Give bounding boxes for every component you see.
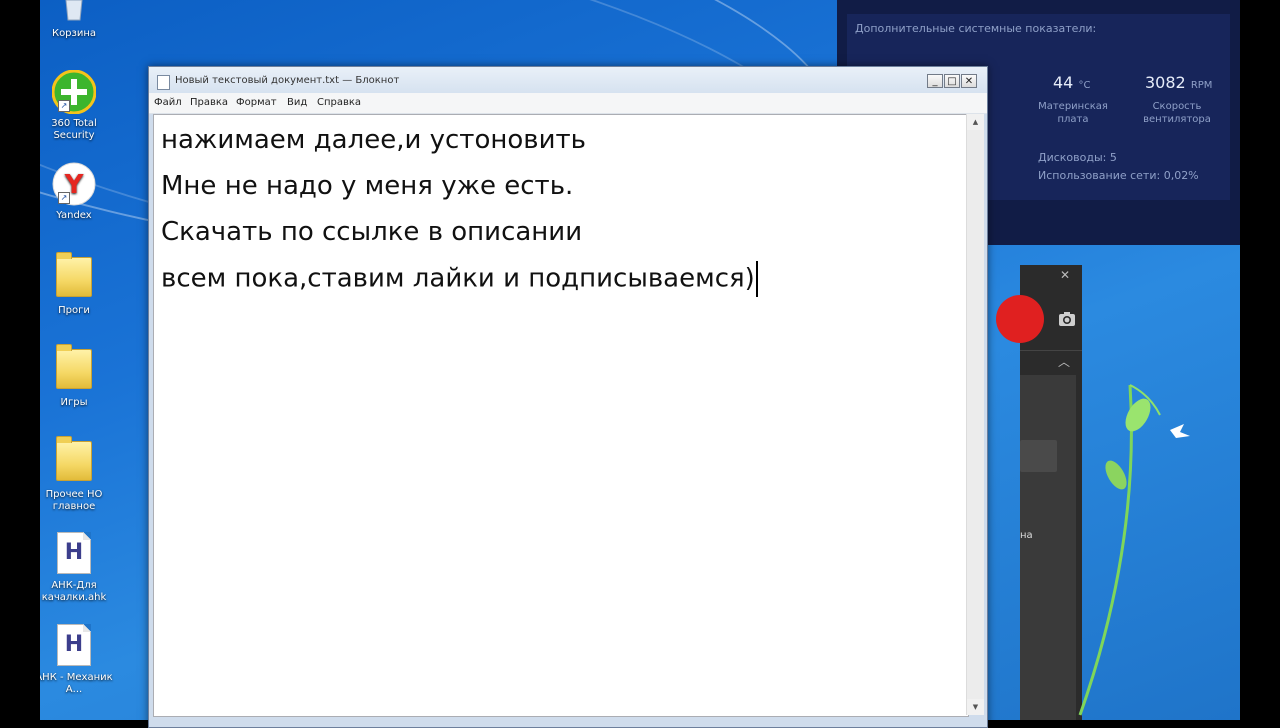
text-line: Скачать по ссылке в описании [161, 217, 583, 247]
desktop-icon-ahk-mekhanik[interactable]: H АНК - Механик А... [40, 622, 114, 696]
text-line: всем пока,ставим лайки и подписываемся) [161, 263, 755, 294]
desktop-icon-label: АНК-Для качалки.ahk [41, 580, 107, 603]
folder-icon [56, 252, 92, 297]
menu-format[interactable]: Формат [236, 97, 277, 108]
maximize-button[interactable]: □ [944, 74, 960, 88]
desktop-icon-folder-prochee[interactable]: Прочее НО главное [40, 436, 114, 513]
temperature-label: Материнская плата [1038, 101, 1108, 125]
menu-help[interactable]: Справка [317, 97, 361, 108]
shortcut-arrow-icon: ↗ [58, 100, 70, 112]
desktop-icon-label: АНК - Механик А... [40, 672, 113, 695]
close-button[interactable]: ✕ [961, 74, 977, 88]
desktop-icon-yandex[interactable]: Y ↗ Yandex [40, 162, 114, 222]
desktop-icon-label: Игры [60, 397, 88, 408]
wallpaper-plant-decoration [1078, 384, 1190, 716]
shortcut-arrow-icon: ↗ [58, 192, 70, 204]
fan-speed-label: Скорость вентилятора [1143, 101, 1211, 125]
text-line-last: всем пока,ставим лайки и подписываемся) [161, 261, 758, 297]
recycle-bin-icon [52, 0, 96, 24]
menu-file[interactable]: Файл [154, 97, 182, 108]
folder-icon [56, 436, 92, 481]
recorder-option-tile[interactable] [1020, 440, 1057, 472]
security-360-icon: ↗ [51, 69, 97, 115]
desktop-icon-label: Проги [58, 305, 90, 316]
text-caret [755, 261, 758, 297]
notepad-window: Новый текстовый документ.txt — Блокнот _… [148, 66, 988, 728]
network-usage: Использование сети: 0,02% [1038, 169, 1199, 182]
menu-bar: Файл Правка Формат Вид Справка [149, 93, 987, 114]
yandex-icon: Y ↗ [52, 162, 96, 206]
desktop-icon-folder-progi[interactable]: Проги [40, 252, 114, 317]
text-line: Мне не надо у меня уже есть. [161, 171, 574, 201]
desktop-icon-label: Прочее НО главное [45, 489, 103, 512]
ahk-script-icon: H [57, 624, 91, 666]
gadget-header: Дополнительные системные показатели: [855, 22, 1097, 35]
desktop-icon-label: Корзина [51, 28, 97, 39]
menu-view[interactable]: Вид [287, 97, 307, 108]
fan-speed-value: 3082 RPM [1145, 73, 1213, 92]
folder-icon [56, 344, 92, 389]
desktop-icon-recycle-bin[interactable]: Корзина [40, 0, 114, 40]
desktop-icon-label: 360 Total Security [51, 118, 97, 141]
recorder-close-button[interactable]: ✕ [1060, 268, 1070, 282]
temperature-value: 44 °C [1053, 73, 1091, 92]
text-editor-area[interactable]: нажимаем далее,и устоновить Мне не надо … [153, 114, 969, 717]
ahk-script-icon: H [57, 532, 91, 574]
title-bar[interactable]: Новый текстовый документ.txt — Блокнот _… [149, 67, 987, 93]
vertical-scrollbar[interactable]: ▲ ▼ [966, 114, 984, 715]
desktop-icon-ahk-kachalka[interactable]: H АНК-Для качалки.ahk [40, 530, 114, 604]
window-title: Новый текстовый документ.txt — Блокнот [175, 75, 400, 86]
desktop-icon-label: Yandex [56, 210, 92, 221]
scroll-up-arrow-icon[interactable]: ▲ [967, 114, 984, 130]
record-button[interactable] [996, 295, 1044, 343]
desktop-icon-folder-igry[interactable]: Игры [40, 344, 114, 409]
chevron-up-icon[interactable]: ︿ [1058, 353, 1070, 370]
menu-edit[interactable]: Правка [190, 97, 228, 108]
text-line: нажимаем далее,и устоновить [161, 125, 586, 155]
minimize-button[interactable]: _ [927, 74, 943, 88]
drives-count: Дисководы: 5 [1038, 151, 1117, 164]
desktop-icon-360-total-security[interactable]: ↗ 360 Total Security [40, 69, 114, 142]
scroll-down-arrow-icon[interactable]: ▼ [967, 699, 984, 715]
recorder-partial-label: на [1020, 530, 1033, 541]
notepad-app-icon [157, 75, 170, 90]
recorder-panel [1020, 375, 1076, 720]
